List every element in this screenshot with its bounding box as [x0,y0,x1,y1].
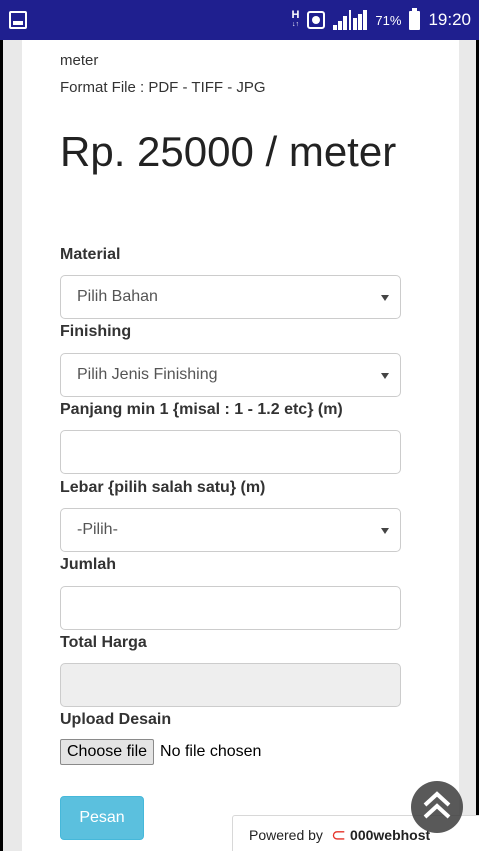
network-type-icon: H ↓↑ [291,9,300,29]
scroll-to-top-button[interactable] [411,781,463,833]
jumlah-input[interactable] [60,586,401,630]
panjang-input[interactable] [60,430,401,474]
material-select-value: Pilih Bahan [77,288,158,305]
signal-icon [333,10,368,30]
pesan-button[interactable]: Pesan [60,796,144,840]
chevron-down-icon [381,528,389,534]
finishing-select-value: Pilih Jenis Finishing [77,366,218,383]
total-harga-label: Total Harga [60,634,147,651]
upload-desain-label: Upload Desain [60,711,172,728]
choose-file-button[interactable]: Choose file [60,739,155,765]
lebar-select-value: -Pilih- [77,521,118,538]
status-icons: H ↓↑ 71% 19:20 [291,0,471,40]
material-label: Material [60,246,121,263]
panjang-label: Panjang min 1 {misal : 1 - 1.2 etc} (m) [60,401,343,418]
powered-by-text: Powered by [249,827,323,843]
total-harga-field [60,663,401,707]
material-select[interactable]: Pilih Bahan [60,275,401,319]
left-border [0,40,3,851]
info-line-format: Format File : PDF - TIFF - JPG [60,79,266,96]
gallery-icon [9,11,27,29]
chevron-down-icon [381,373,389,379]
file-input: Choose file No file chosen [60,739,261,765]
price-heading: Rp. 25000 / meter [60,128,397,175]
info-line-unit: meter [60,52,99,69]
jumlah-label: Jumlah [60,556,117,573]
finishing-select[interactable]: Pilih Jenis Finishing [60,353,401,397]
sync-icon [307,11,326,29]
lebar-select[interactable]: -Pilih- [60,508,401,552]
file-status: No file chosen [160,743,262,760]
status-bar: H ↓↑ 71% 19:20 [0,0,479,40]
page-card: meter Format File : PDF - TIFF - JPG Rp.… [22,40,459,851]
webhost-logo-icon: ⊂ [330,824,347,845]
battery-icon [409,7,421,30]
clock: 19:20 [428,10,471,29]
chevron-down-icon [381,295,389,301]
finishing-label: Finishing [60,323,132,340]
lebar-label: Lebar {pilih salah satu} (m) [60,479,266,496]
battery-percent: 71% [375,12,402,28]
chevron-up-icon [423,791,451,819]
